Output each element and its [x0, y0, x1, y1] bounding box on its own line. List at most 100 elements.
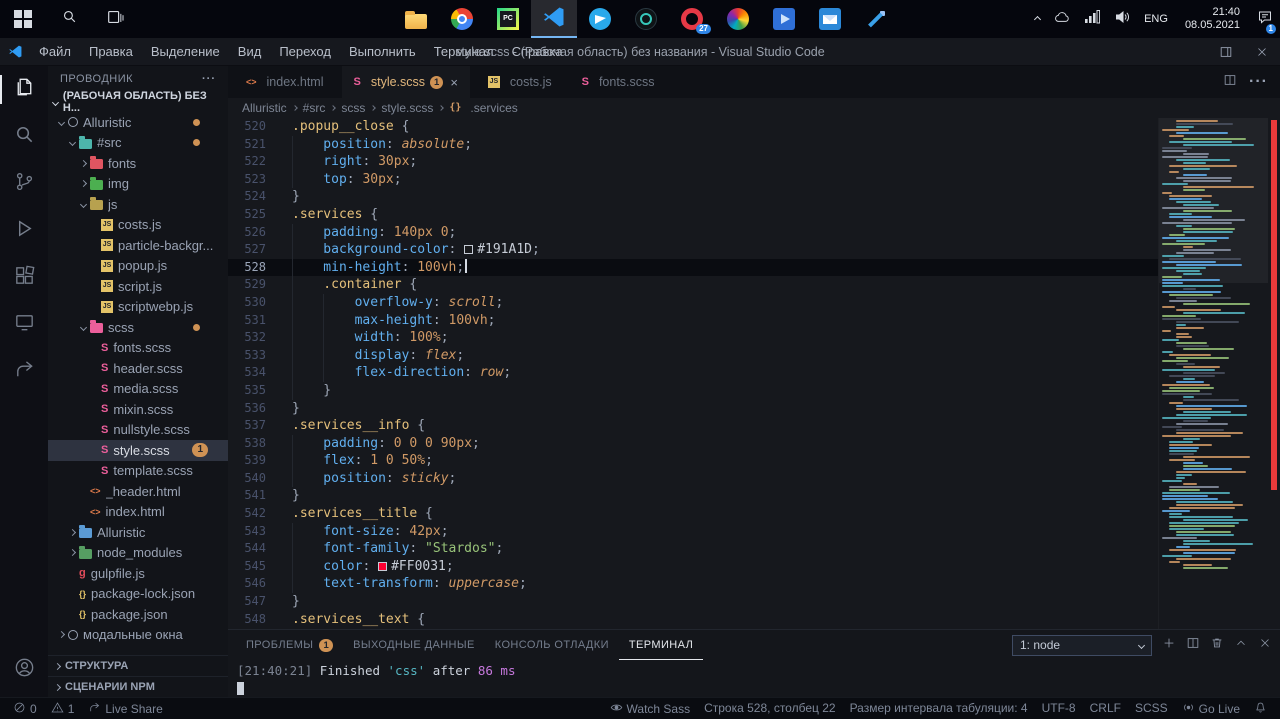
terminal-shell-select[interactable]: 1: node: [1012, 634, 1152, 656]
activity-live-share[interactable]: [0, 348, 48, 395]
editor-tab-index.html[interactable]: index.html: [234, 66, 336, 98]
vscode-taskbar-button[interactable]: [531, 0, 577, 38]
menu-выполнить[interactable]: Выполнить: [340, 38, 425, 65]
taskbar-clock[interactable]: 21:40 08.05.2021: [1175, 6, 1250, 32]
chrome-taskbar-button[interactable]: [439, 0, 485, 38]
code-line[interactable]: 547}: [228, 593, 1158, 611]
code-line[interactable]: 529 .container {: [228, 276, 1158, 294]
photos-taskbar-button[interactable]: [715, 0, 761, 38]
code-line[interactable]: 531 max-height: 100vh;: [228, 312, 1158, 330]
tree-item-costs.js[interactable]: costs.js: [48, 215, 228, 236]
layout-toggle-button[interactable]: [1208, 38, 1244, 65]
show-hidden-icons-button[interactable]: [1028, 0, 1047, 38]
code-line[interactable]: 526 padding: 140px 0;: [228, 224, 1158, 242]
sidebar-section-сценарии-npm[interactable]: СЦЕНАРИИ NPM: [48, 676, 228, 697]
status-live-share[interactable]: Live Share: [81, 698, 169, 719]
telegram-taskbar-button[interactable]: [577, 0, 623, 38]
code-line[interactable]: 528 min-height: 100vh;: [228, 258, 1158, 277]
status-watch-sass[interactable]: Watch Sass: [603, 701, 698, 717]
editor-tab-style.scss[interactable]: style.scss 1 ×: [341, 66, 470, 98]
tree-item-alluristic[interactable]: Alluristic: [48, 112, 228, 133]
workspace-section-header[interactable]: (РАБОЧАЯ ОБЛАСТЬ) БЕЗ Н...: [48, 90, 228, 114]
code-line[interactable]: 538 padding: 0 0 0 90px;: [228, 435, 1158, 453]
code-line[interactable]: 545 color: #FF0031;: [228, 558, 1158, 576]
code-area[interactable]: 520 .popup__close {521 position: absolute;…: [228, 118, 1158, 629]
status-1[interactable]: 1: [44, 698, 82, 719]
code-line[interactable]: 527 background-color: #191A1D;: [228, 241, 1158, 259]
tree-item-модальные-окна[interactable]: модальные окна: [48, 625, 228, 646]
activity-explorer[interactable]: [0, 66, 48, 113]
code-line[interactable]: 520 .popup__close {: [228, 118, 1158, 136]
tree-item-script.js[interactable]: script.js: [48, 276, 228, 297]
status-go-live[interactable]: Go Live: [1175, 701, 1247, 717]
code-line[interactable]: 539 flex: 1 0 50%;: [228, 452, 1158, 470]
file-explorer-taskbar-button[interactable]: [393, 0, 439, 38]
close-window-button[interactable]: [1244, 38, 1280, 65]
activity-run-debug[interactable]: [0, 207, 48, 254]
menu-вид[interactable]: Вид: [229, 38, 271, 65]
tree-item-_header.html[interactable]: _header.html: [48, 481, 228, 502]
status-bell[interactable]: [1247, 701, 1274, 717]
paint-taskbar-button[interactable]: [853, 0, 899, 38]
kill-terminal-icon[interactable]: [1210, 636, 1224, 655]
menu-правка[interactable]: Правка: [80, 38, 142, 65]
volume-tray-item[interactable]: [1107, 0, 1137, 38]
split-editor-icon[interactable]: [1223, 73, 1237, 92]
status-crlf[interactable]: CRLF: [1083, 701, 1128, 715]
tree-item-header.scss[interactable]: header.scss: [48, 358, 228, 379]
status-строка-528-столбец-22[interactable]: Строка 528, столбец 22: [697, 701, 842, 715]
code-line[interactable]: 524}: [228, 188, 1158, 206]
code-line[interactable]: 541}: [228, 487, 1158, 505]
taskbar-search-button[interactable]: [46, 0, 92, 38]
code-line[interactable]: 521 position: absolute;: [228, 136, 1158, 154]
pycharm-taskbar-button[interactable]: [485, 0, 531, 38]
terminal-output[interactable]: [21:40:21] Finished 'css' after 86 ms: [228, 660, 1280, 697]
code-line[interactable]: 534 flex-direction: row;: [228, 364, 1158, 382]
code-line[interactable]: 525 .services {: [228, 206, 1158, 224]
tree-item-index.html[interactable]: index.html: [48, 502, 228, 523]
tree-item-js[interactable]: js: [48, 194, 228, 215]
activity-account[interactable]: [0, 646, 48, 693]
menu-выделение[interactable]: Выделение: [142, 38, 229, 65]
menu-файл[interactable]: Файл: [30, 38, 80, 65]
network-tray-item[interactable]: [1077, 0, 1107, 38]
code-line[interactable]: 543 font-size: 42px;: [228, 523, 1158, 541]
tree-item-img[interactable]: img: [48, 174, 228, 195]
split-terminal-icon[interactable]: [1186, 636, 1200, 655]
tree-item-scss[interactable]: scss: [48, 317, 228, 338]
panel-tab-консоль-отладки[interactable]: КОНСОЛЬ ОТЛАДКИ: [485, 630, 619, 660]
tree-item-style.scss[interactable]: style.scss 1: [48, 440, 228, 461]
overview-ruler[interactable]: [1268, 118, 1280, 629]
code-line[interactable]: 542 .services__title {: [228, 505, 1158, 523]
status-размер-интервала-табуляции-4[interactable]: Размер интервала табуляции: 4: [843, 701, 1035, 715]
obs-taskbar-button[interactable]: [623, 0, 669, 38]
code-line[interactable]: 530 overflow-y: scroll;: [228, 294, 1158, 312]
tab-close-icon[interactable]: ×: [450, 75, 458, 90]
films-tv-taskbar-button[interactable]: [761, 0, 807, 38]
start-button[interactable]: [0, 0, 46, 38]
maximize-panel-icon[interactable]: [1234, 636, 1248, 655]
breadcrumb-scss[interactable]: scss: [341, 101, 365, 115]
breadcrumb-alluristic[interactable]: Alluristic: [242, 101, 287, 115]
status-0[interactable]: 0: [6, 698, 44, 719]
code-line[interactable]: 546 text-transform: uppercase;: [228, 575, 1158, 593]
editor-tab-costs.js[interactable]: costs.js: [476, 66, 564, 98]
activity-remote-explorer[interactable]: [0, 301, 48, 348]
code-line[interactable]: 522 right: 30px;: [228, 153, 1158, 171]
panel-tab-выходные-данные[interactable]: ВЫХОДНЫЕ ДАННЫЕ: [343, 630, 485, 660]
keyboard-language[interactable]: ENG: [1137, 0, 1175, 38]
close-panel-icon[interactable]: [1258, 636, 1272, 655]
panel-tab-терминал[interactable]: ТЕРМИНАЛ: [619, 630, 703, 660]
code-line[interactable]: 548 .services__text {: [228, 611, 1158, 629]
tree-item-fonts[interactable]: fonts: [48, 153, 228, 174]
tree-item-package-lock.json[interactable]: package-lock.json: [48, 584, 228, 605]
activity-search[interactable]: [0, 113, 48, 160]
tree-item-nullstyle.scss[interactable]: nullstyle.scss: [48, 420, 228, 441]
tree-item-gulpfile.js[interactable]: gulpfile.js: [48, 563, 228, 584]
code-line[interactable]: 535}: [228, 382, 1158, 400]
code-line[interactable]: 533 display: flex;: [228, 347, 1158, 365]
code-line[interactable]: 540 position: sticky;: [228, 470, 1158, 488]
code-line[interactable]: 532 width: 100%;: [228, 329, 1158, 347]
sidebar-section-структура[interactable]: СТРУКТУРА: [48, 655, 228, 676]
tree-item-fonts.scss[interactable]: fonts.scss: [48, 338, 228, 359]
